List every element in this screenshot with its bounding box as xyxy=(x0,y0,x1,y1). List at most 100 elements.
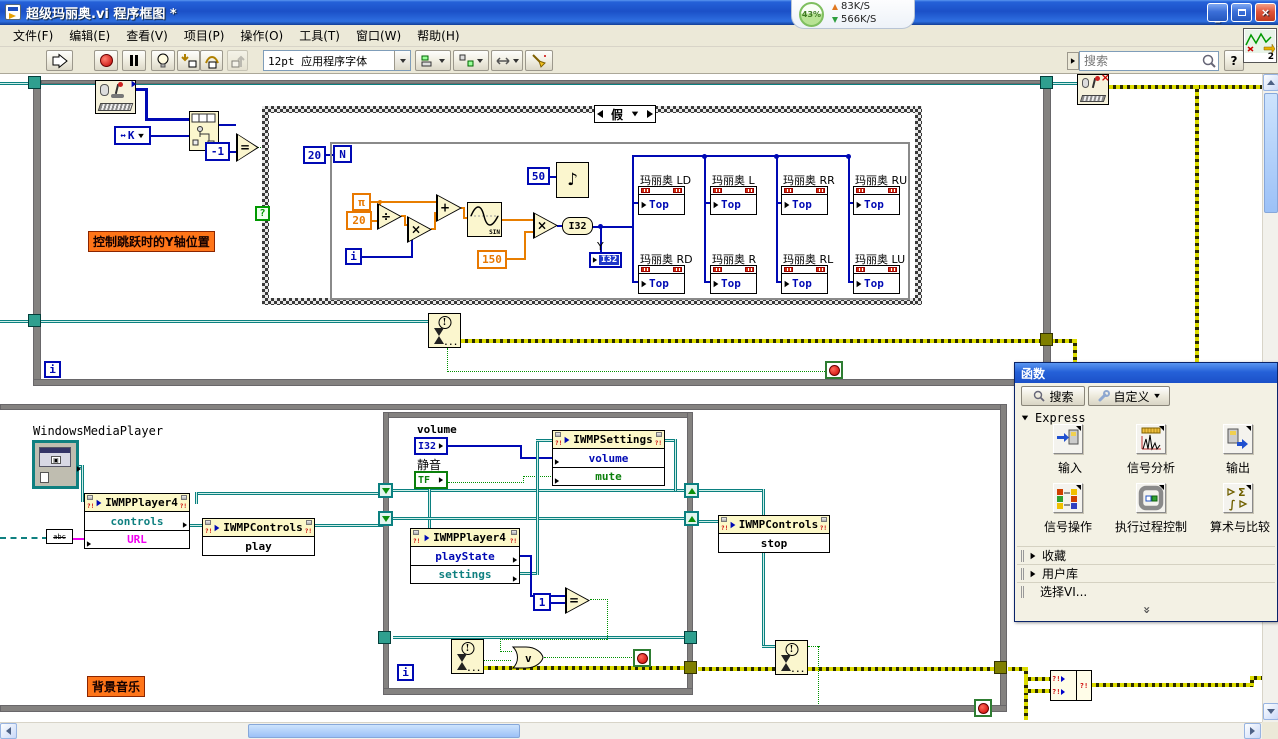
time-delay-node[interactable]: !... xyxy=(775,640,808,675)
restore-button[interactable] xyxy=(1231,3,1252,22)
scroll-up-button[interactable] xyxy=(1263,74,1278,91)
run-button[interactable] xyxy=(46,50,73,71)
scroll-right-button[interactable] xyxy=(1244,723,1261,739)
menu-window[interactable]: 窗口(W) xyxy=(349,25,408,46)
scroll-left-button[interactable] xyxy=(0,723,17,739)
mario-property-node[interactable]: Top xyxy=(853,186,900,215)
scroll-down-button[interactable] xyxy=(1263,703,1278,720)
palette-customize-button[interactable]: 自定义 xyxy=(1088,386,1170,406)
property-row-controls[interactable]: controls xyxy=(85,512,189,530)
while-loop-border[interactable] xyxy=(33,80,41,386)
twenty-constant[interactable]: 20 xyxy=(346,211,372,230)
shift-register-left[interactable] xyxy=(378,511,393,526)
align-objects-button[interactable] xyxy=(415,50,451,71)
resize-objects-button[interactable] xyxy=(491,50,523,71)
case-prev-icon[interactable] xyxy=(597,110,603,118)
palette-item-signal-analysis[interactable] xyxy=(1136,424,1166,454)
y-local-variable[interactable]: I32 xyxy=(589,252,622,268)
net-speed-widget[interactable]: 43% 83K/S 566K/S xyxy=(791,0,915,29)
settings-property-node[interactable]: ?!?!IWMPSettings volume mute xyxy=(552,430,665,486)
case-structure-border[interactable] xyxy=(262,106,922,113)
player2-property-node[interactable]: ?!?!IWMPPlayer4 playState settings xyxy=(410,528,520,584)
palette-expand-chevron[interactable]: » xyxy=(1140,598,1154,622)
volume-terminal[interactable]: I32 xyxy=(414,437,448,455)
while-loop-border[interactable] xyxy=(0,404,1007,410)
close-input-device-icon[interactable]: × xyxy=(1077,74,1109,105)
vi-icon[interactable]: 2 xyxy=(1243,28,1277,63)
bgm-comment-label[interactable]: 背景音乐 xyxy=(87,676,145,697)
palette-search-button[interactable]: 搜索 xyxy=(1021,386,1085,406)
context-help-button[interactable]: ? xyxy=(1224,50,1244,71)
stop-invoke-node[interactable]: ?!?!IWMPControls stop xyxy=(718,515,830,553)
title-bar[interactable]: 超级玛丽奥.vi 程序框图 * _ × xyxy=(0,0,1278,25)
menu-edit[interactable]: 编辑(E) xyxy=(62,25,117,46)
abort-button[interactable] xyxy=(94,50,118,71)
case-structure-border[interactable] xyxy=(915,106,922,305)
beep-vi-icon[interactable]: ♪ xyxy=(556,162,589,198)
mario-property-node[interactable]: Top xyxy=(638,265,685,294)
to-long-integer-node[interactable]: I32 xyxy=(562,217,593,235)
vertical-scroll-thumb[interactable] xyxy=(1264,93,1278,213)
palette-item-input[interactable] xyxy=(1053,424,1083,454)
palette-item-arithmetic[interactable]: Σ∫ xyxy=(1223,483,1253,513)
palette-item-output[interactable] xyxy=(1223,424,1253,454)
iteration-terminal[interactable]: i xyxy=(44,361,61,378)
amplitude-constant[interactable]: 150 xyxy=(477,250,507,269)
step-into-button[interactable] xyxy=(177,50,200,71)
shift-register-right[interactable] xyxy=(684,511,699,526)
minimize-button[interactable]: _ xyxy=(1207,3,1228,22)
horizontal-scroll-thumb[interactable] xyxy=(248,724,520,738)
mario-property-node[interactable]: Top xyxy=(638,186,685,215)
jump-comment-label[interactable]: 控制跳跃时的Y轴位置 xyxy=(88,231,215,252)
mute-terminal[interactable]: TF xyxy=(414,471,448,489)
while-loop-border[interactable] xyxy=(0,705,1007,712)
palette-item-exec-control[interactable] xyxy=(1136,483,1166,513)
player1-property-node[interactable]: ?!?!IWMPPlayer4 controls URL xyxy=(84,493,190,549)
menu-project[interactable]: 项目(P) xyxy=(177,25,232,46)
property-row-playstate[interactable]: playState xyxy=(411,547,519,565)
case-selector[interactable]: 假 xyxy=(594,105,656,123)
highlight-execution-button[interactable] xyxy=(151,50,175,71)
inner-while-loop-border[interactable] xyxy=(687,412,693,695)
shift-register-right[interactable] xyxy=(684,483,699,498)
net-speed-ball[interactable]: 43% xyxy=(799,2,824,27)
beep-freq-constant[interactable]: 50 xyxy=(527,167,550,185)
sine-function-node[interactable]: SIN xyxy=(467,202,502,237)
search-icon[interactable] xyxy=(1200,53,1218,69)
mario-property-node[interactable]: Top xyxy=(781,186,828,215)
equal-node[interactable]: = xyxy=(236,133,259,162)
multiply-node[interactable]: × xyxy=(407,216,432,243)
merge-errors-node[interactable]: ?!?! ?! xyxy=(1050,670,1092,701)
method-row-stop[interactable]: stop xyxy=(719,534,829,552)
palette-item-signal-ops[interactable] xyxy=(1053,483,1083,513)
mario-property-node[interactable]: Top xyxy=(853,265,900,294)
while-loop-border[interactable] xyxy=(41,80,1043,84)
step-out-button[interactable] xyxy=(227,50,248,71)
inner-while-loop-border[interactable] xyxy=(383,412,693,418)
cleanup-diagram-button[interactable] xyxy=(525,50,553,71)
shift-register-left[interactable] xyxy=(378,483,393,498)
time-delay-node[interactable]: !... xyxy=(428,313,461,348)
close-button[interactable]: × xyxy=(1255,3,1276,22)
horizontal-scrollbar[interactable] xyxy=(0,722,1262,739)
property-row-url[interactable]: URL xyxy=(85,530,189,548)
property-row-mute[interactable]: mute xyxy=(553,467,664,485)
palette-category-userlib[interactable]: 用户库 xyxy=(1017,564,1275,582)
case-next-icon[interactable] xyxy=(647,110,653,118)
equal-node[interactable]: = xyxy=(565,587,590,614)
add-node[interactable]: + xyxy=(436,194,462,222)
search-input[interactable] xyxy=(1080,54,1200,68)
method-row-play[interactable]: play xyxy=(203,537,314,555)
menu-help[interactable]: 帮助(H) xyxy=(410,25,466,46)
count-constant[interactable]: 20 xyxy=(303,146,326,164)
mario-property-node[interactable]: Top xyxy=(710,265,757,294)
divide-node[interactable]: ÷ xyxy=(377,203,402,230)
palette-title-bar[interactable]: 函数 xyxy=(1015,363,1277,383)
mario-property-node[interactable]: Top xyxy=(781,265,828,294)
wmp-activex-container[interactable]: ▣ xyxy=(32,440,79,489)
functions-palette[interactable]: 函数 搜索 自定义 Express xyxy=(1014,362,1278,622)
minus-one-constant[interactable]: -1 xyxy=(205,142,230,161)
stop-button-terminal[interactable] xyxy=(633,649,651,667)
distribute-objects-button[interactable] xyxy=(453,50,489,71)
or-gate-node[interactable]: v xyxy=(511,645,545,673)
